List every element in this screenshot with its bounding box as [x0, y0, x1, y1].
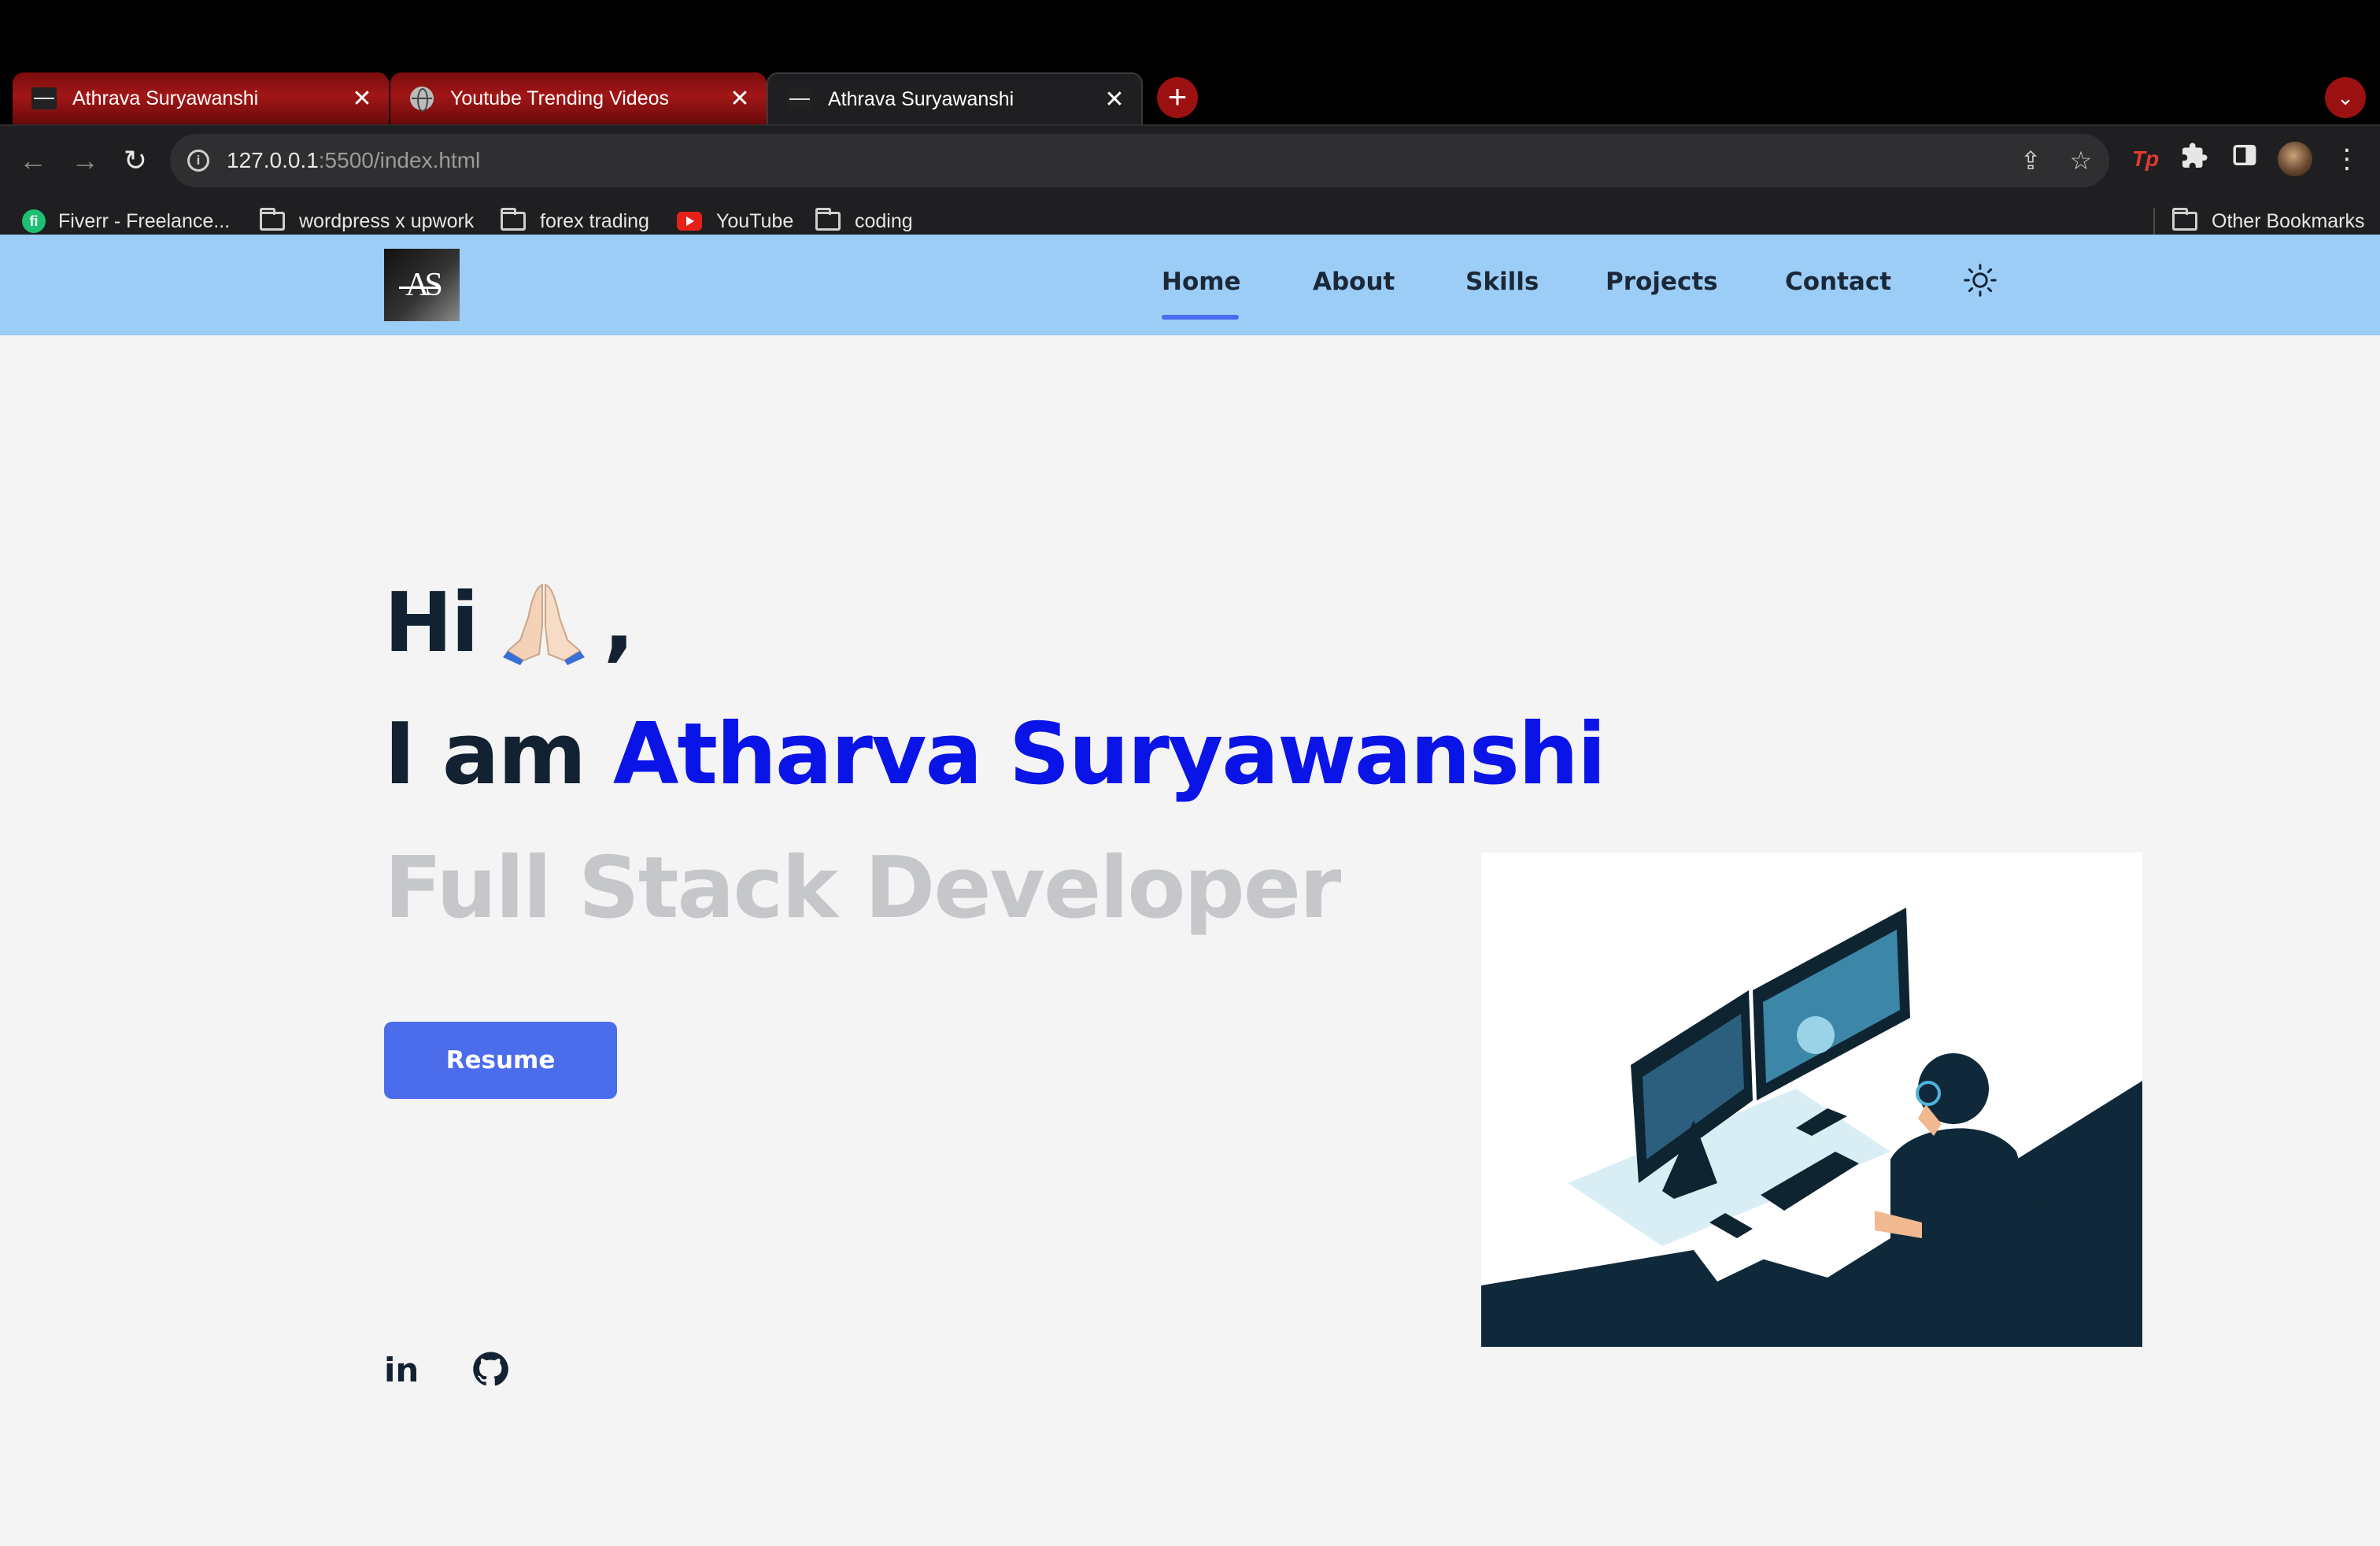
nav-skills[interactable]: Skills: [1465, 268, 1539, 296]
browser-tab-active[interactable]: Athrava Suryawanshi ✕: [767, 72, 1143, 124]
tab-title: Youtube Trending Videos: [450, 87, 670, 109]
profile-avatar[interactable]: [2278, 142, 2312, 176]
developer-illustration: [1481, 853, 2142, 1347]
github-icon[interactable]: [472, 1351, 512, 1390]
forward-icon[interactable]: →: [68, 143, 102, 178]
hero-role: Full Stack Developer: [384, 839, 1341, 938]
back-icon[interactable]: ←: [16, 143, 50, 178]
tab-search-button[interactable]: ⌄: [2325, 77, 2366, 118]
nav-contact[interactable]: Contact: [1785, 268, 1891, 296]
close-icon[interactable]: ✕: [1099, 83, 1130, 115]
share-icon[interactable]: ⇪: [2016, 146, 2045, 175]
globe-icon: [409, 86, 434, 112]
reload-icon[interactable]: ↻: [118, 143, 153, 178]
other-bookmarks[interactable]: Other Bookmarks: [2172, 206, 2365, 236]
bookmarks-divider: [2153, 208, 2155, 235]
site-header: AS Home About Skills Projects Contact: [0, 235, 2380, 335]
site-favicon-icon: [787, 87, 812, 112]
nav-active-indicator: [1162, 315, 1239, 320]
bookmark-wordpress-upwork[interactable]: wordpress x upwork: [260, 206, 474, 236]
new-tab-button[interactable]: +: [1157, 77, 1198, 118]
hero-intro: I am Atharva Suryawanshi: [384, 705, 1606, 804]
nav-about[interactable]: About: [1313, 268, 1395, 296]
site-info-icon[interactable]: i: [187, 150, 209, 172]
tab-title: Athrava Suryawanshi: [72, 87, 259, 109]
fiverr-icon: fi: [22, 209, 46, 233]
more-menu-icon[interactable]: ⋮: [2330, 142, 2364, 176]
address-bar[interactable]: i 127.0.0.1:5500/index.html ⇪ ☆: [170, 134, 2109, 187]
nav-home[interactable]: Home: [1162, 268, 1241, 296]
bookmark-forex-trading[interactable]: forex trading: [501, 206, 649, 236]
linkedin-icon[interactable]: in: [384, 1351, 423, 1390]
hero-greeting: Hi ,: [384, 575, 634, 671]
folder-icon: [2172, 208, 2197, 231]
bookmark-fiverr[interactable]: fi Fiverr - Freelance...: [22, 206, 230, 236]
folder-icon: [815, 208, 841, 231]
extension-tp-icon[interactable]: Tp: [2128, 142, 2163, 176]
browser-tab-strip: Athrava Suryawanshi ✕ Youtube Trending V…: [0, 0, 2380, 124]
browser-tab[interactable]: Athrava Suryawanshi ✕: [13, 72, 389, 124]
bookmark-coding[interactable]: coding: [815, 206, 913, 236]
close-icon[interactable]: ✕: [346, 83, 378, 114]
hero-name: Atharva Suryawanshi: [612, 705, 1606, 804]
nav-projects[interactable]: Projects: [1606, 268, 1718, 296]
sun-icon[interactable]: [1963, 263, 1998, 298]
folder-icon: [260, 208, 285, 231]
site-logo[interactable]: AS: [384, 249, 460, 321]
page-viewport: AS Home About Skills Projects Contact Hi: [0, 235, 2380, 1546]
resume-button[interactable]: Resume: [384, 1022, 617, 1099]
folder-icon: [501, 208, 526, 231]
side-panel-icon[interactable]: [2227, 142, 2262, 176]
url-text[interactable]: 127.0.0.1:5500/index.html: [227, 148, 480, 173]
folded-hands-icon: [497, 579, 591, 667]
close-icon[interactable]: ✕: [724, 83, 756, 114]
extensions-puzzle-icon[interactable]: [2177, 142, 2212, 176]
youtube-icon: [677, 212, 702, 231]
browser-tab[interactable]: Youtube Trending Videos ✕: [390, 72, 767, 124]
tab-title: Athrava Suryawanshi: [828, 87, 1014, 110]
bookmark-youtube[interactable]: YouTube: [677, 206, 793, 236]
bookmark-star-icon[interactable]: ☆: [2067, 146, 2095, 175]
site-favicon-icon: [31, 86, 57, 111]
